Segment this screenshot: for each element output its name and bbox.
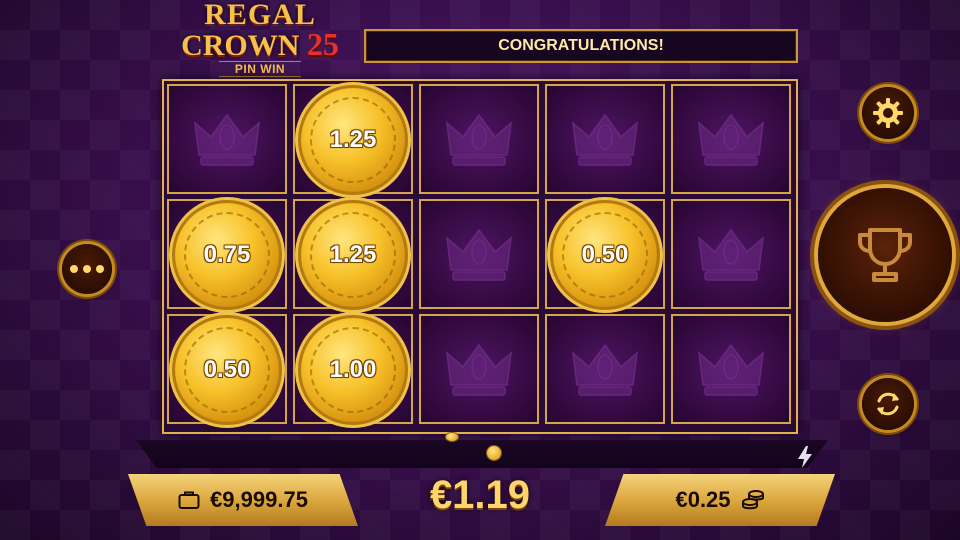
balance-value: €9,999.75 [210, 487, 308, 512]
coin-symbol: 1.25 [301, 88, 405, 192]
coin-symbol: 1.00 [301, 318, 405, 422]
trophy-icon [858, 228, 912, 282]
bet-value: €0.25 [675, 487, 731, 512]
grid-cell [545, 84, 665, 194]
gear-icon [873, 98, 903, 128]
coin-value: 0.50 [581, 241, 629, 268]
refresh-icon [877, 392, 899, 416]
crown-icon [194, 113, 260, 166]
spin-button[interactable] [818, 188, 952, 322]
grid-cell [545, 314, 665, 424]
crown-icon [698, 343, 764, 396]
coin-value: 1.00 [329, 356, 377, 383]
logo-number: 25 [306, 26, 339, 62]
coin-symbol: 0.50 [175, 318, 279, 422]
coin-symbol: 1.25 [301, 203, 405, 307]
crown-icon [572, 343, 638, 396]
crown-icon [446, 343, 512, 396]
coin-value: 0.75 [203, 241, 251, 268]
bet-selector[interactable]: €0.25 [605, 474, 835, 526]
grid-cell [419, 199, 539, 309]
more-dots-icon [70, 265, 104, 273]
coin-value: 0.50 [203, 356, 251, 383]
more-options-button[interactable] [62, 244, 112, 294]
flying-coin [446, 433, 458, 441]
coin-value: 1.25 [329, 241, 377, 268]
crown-icon [698, 113, 764, 166]
coin-value: 1.25 [329, 126, 377, 153]
grid-cell [419, 314, 539, 424]
game-logo: REGAL CROWN 25 PIN WIN [160, 0, 360, 77]
message-banner: CONGRATULATIONS! [364, 29, 798, 63]
coin-symbol: 0.50 [553, 203, 657, 307]
briefcase-icon [178, 491, 200, 509]
flying-coin [487, 446, 501, 460]
bottom-strip [136, 440, 828, 468]
crown-icon [446, 113, 512, 166]
coin-symbol: 0.75 [175, 203, 279, 307]
banner-text: CONGRATULATIONS! [498, 37, 664, 54]
reel-grid: 1.25 0.75 1.25 0.50 0.50 1.00 [162, 79, 798, 434]
crown-icon [446, 228, 512, 281]
logo-tagline: PIN WIN [218, 61, 302, 77]
grid-cell [671, 314, 791, 424]
grid-cell [419, 84, 539, 194]
logo-crown-word: CROWN [181, 29, 300, 62]
settings-button[interactable] [862, 87, 914, 139]
lightning-icon[interactable] [796, 446, 814, 468]
win-amount: €1.19 [429, 472, 531, 517]
crown-icon [698, 228, 764, 281]
grid-cell [167, 84, 287, 194]
grid-cell [671, 84, 791, 194]
coin-stack-icon [741, 490, 764, 510]
grid-cell [671, 199, 791, 309]
balance-display: €9,999.75 [128, 474, 358, 526]
crown-icon [572, 113, 638, 166]
autoplay-button[interactable] [862, 378, 914, 430]
logo-line2: CROWN 25 [160, 28, 360, 62]
